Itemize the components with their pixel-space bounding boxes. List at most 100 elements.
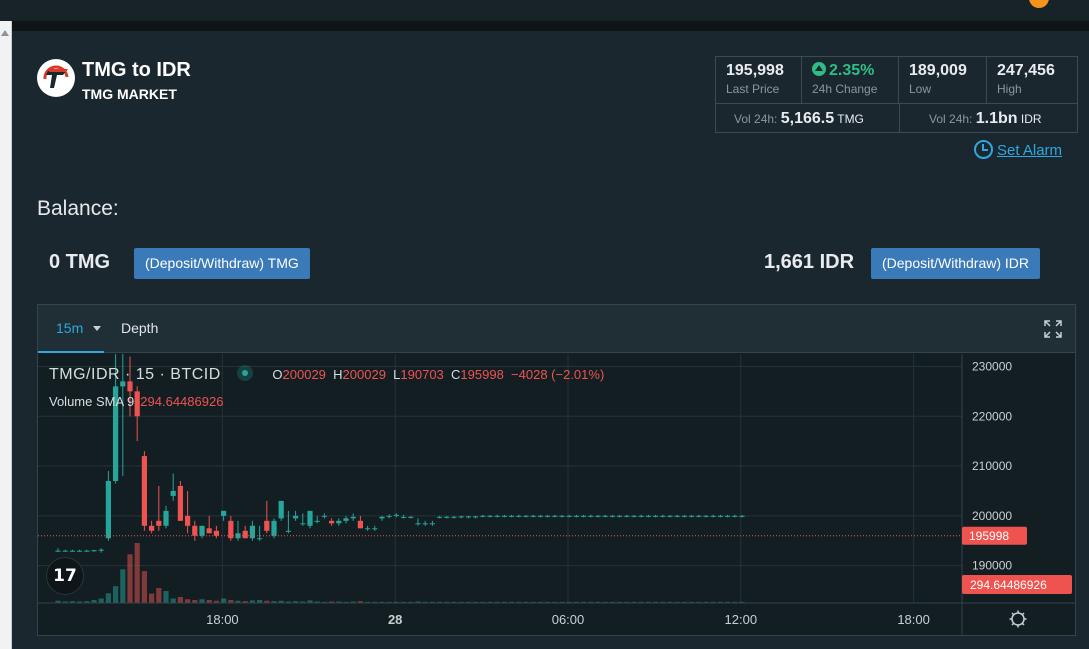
chevron-down-icon [93, 326, 102, 331]
tab-depth[interactable]: Depth [121, 320, 158, 336]
low-value: 189,009 [909, 62, 967, 79]
ohlc-legend: TMG/IDR · 15 · BTCID O200029 H200029 L19… [49, 365, 604, 384]
set-alarm-link[interactable]: Set Alarm [974, 140, 1062, 162]
candle-body [170, 490, 176, 496]
balance-heading: Balance: [37, 197, 119, 220]
tmg-logo [37, 59, 75, 97]
page-title: TMG to IDR [82, 59, 191, 81]
site-top-bar [0, 21, 1089, 31]
candle-body [530, 515, 536, 517]
candle-body [667, 515, 673, 517]
volume-legend: Volume SMA 9 294.64486926 [49, 394, 223, 409]
volume-sma-label: Volume SMA 9 [49, 394, 135, 409]
volume-bar [127, 554, 133, 603]
candle-body [494, 515, 500, 517]
profile-avatar[interactable] [1029, 0, 1049, 8]
candle-body [293, 515, 299, 519]
market-status-dot-icon [236, 365, 253, 381]
candle-body [660, 515, 666, 517]
vol-base-unit: TMG [837, 112, 864, 126]
last-price-label: Last Price [726, 82, 780, 96]
vol-quote-unit: IDR [1020, 112, 1042, 126]
candle-body [444, 516, 450, 518]
candle-body [552, 515, 558, 517]
price-tick-label: 230000 [972, 359, 1012, 373]
candle-body [617, 515, 623, 517]
candle-body [516, 515, 522, 517]
candle-body [221, 510, 227, 516]
last-price-value: 195,998 [726, 62, 784, 79]
browser-top-strip [0, 0, 1089, 21]
change-value: −4028 (−2.01%) [511, 367, 605, 382]
candle-body [725, 515, 731, 517]
volume-bar [98, 598, 104, 603]
interval-selector[interactable]: 15m [38, 305, 104, 353]
stat-last-price: 195,998 Last Price [716, 57, 802, 103]
volume-bar [199, 599, 205, 603]
vol-base-label: Vol 24h: [734, 112, 778, 126]
candle-body [257, 538, 263, 540]
candle-body [480, 515, 486, 517]
candle-body [141, 456, 147, 526]
candle-body [509, 515, 515, 517]
candle-body [55, 550, 61, 552]
scroll-up-arrow-icon[interactable] [1, 30, 9, 36]
candle-body [185, 515, 191, 526]
fullscreen-icon[interactable] [1043, 319, 1063, 339]
candle-body [192, 525, 198, 536]
volume-tag-label: 294.64486926 [970, 578, 1047, 592]
candle-body [559, 515, 565, 517]
candle-body [379, 516, 385, 519]
volume-bar [163, 591, 169, 603]
balance-tmg-amount: 0 TMG [49, 251, 111, 273]
candle-body [177, 485, 183, 521]
scrollbar[interactable] [0, 21, 12, 649]
volume-bar [149, 593, 155, 603]
chart-toolbar: 15m Depth [38, 305, 1075, 353]
deposit-withdraw-idr-button[interactable]: (Deposit/Withdraw) IDR [871, 248, 1041, 279]
candle-body [703, 515, 709, 517]
vol-base: Vol 24h: 5,166.5 TMG [734, 104, 864, 133]
deposit-withdraw-tmg-button[interactable]: (Deposit/Withdraw) TMG [134, 248, 310, 279]
candle-body [264, 520, 270, 531]
tradingview-logo[interactable]: 17 [46, 557, 84, 595]
candle-body [501, 515, 507, 517]
time-tick-label: 18:00 [897, 612, 930, 627]
candle-body [77, 550, 83, 552]
candle-body [149, 525, 155, 531]
stat-high: 247,456 High [987, 57, 1077, 103]
chart-settings-gear-icon[interactable] [1009, 610, 1027, 628]
candle-body [487, 515, 493, 517]
candle-body [213, 530, 219, 536]
change-label: 24h Change [812, 82, 878, 96]
candle-body [595, 515, 601, 517]
candle-body [206, 528, 212, 534]
candle-body [401, 516, 407, 518]
candle-body [285, 530, 291, 532]
volume-bar [156, 588, 162, 603]
high-label: High [997, 82, 1022, 96]
vol-base-value: 5,166.5 [780, 110, 835, 127]
candle-body [573, 515, 579, 517]
price-chart[interactable]: 190000 200000 210000 220000 230000 195998 294.… [38, 351, 1075, 635]
candle-body [84, 550, 90, 552]
candle-body [372, 528, 378, 530]
candle-body [242, 530, 248, 539]
change-value: 2.35% [829, 62, 875, 79]
candle-body [638, 515, 644, 517]
candle-body [674, 515, 680, 517]
candle-body [696, 515, 702, 517]
candle-body [624, 515, 630, 517]
candle-body [365, 528, 371, 530]
candle-body [681, 515, 687, 517]
vol-quote-value: 1.1bn [975, 110, 1018, 127]
candle-body [739, 515, 745, 517]
candle-body [314, 520, 320, 522]
candle-body [523, 515, 529, 517]
low-value: 190703 [400, 367, 444, 382]
candle-body [336, 520, 342, 524]
vol-quote-label: Vol 24h: [929, 112, 973, 126]
interval-label: 15m [56, 320, 84, 336]
candle-body [537, 515, 543, 517]
candle-body [422, 523, 428, 525]
